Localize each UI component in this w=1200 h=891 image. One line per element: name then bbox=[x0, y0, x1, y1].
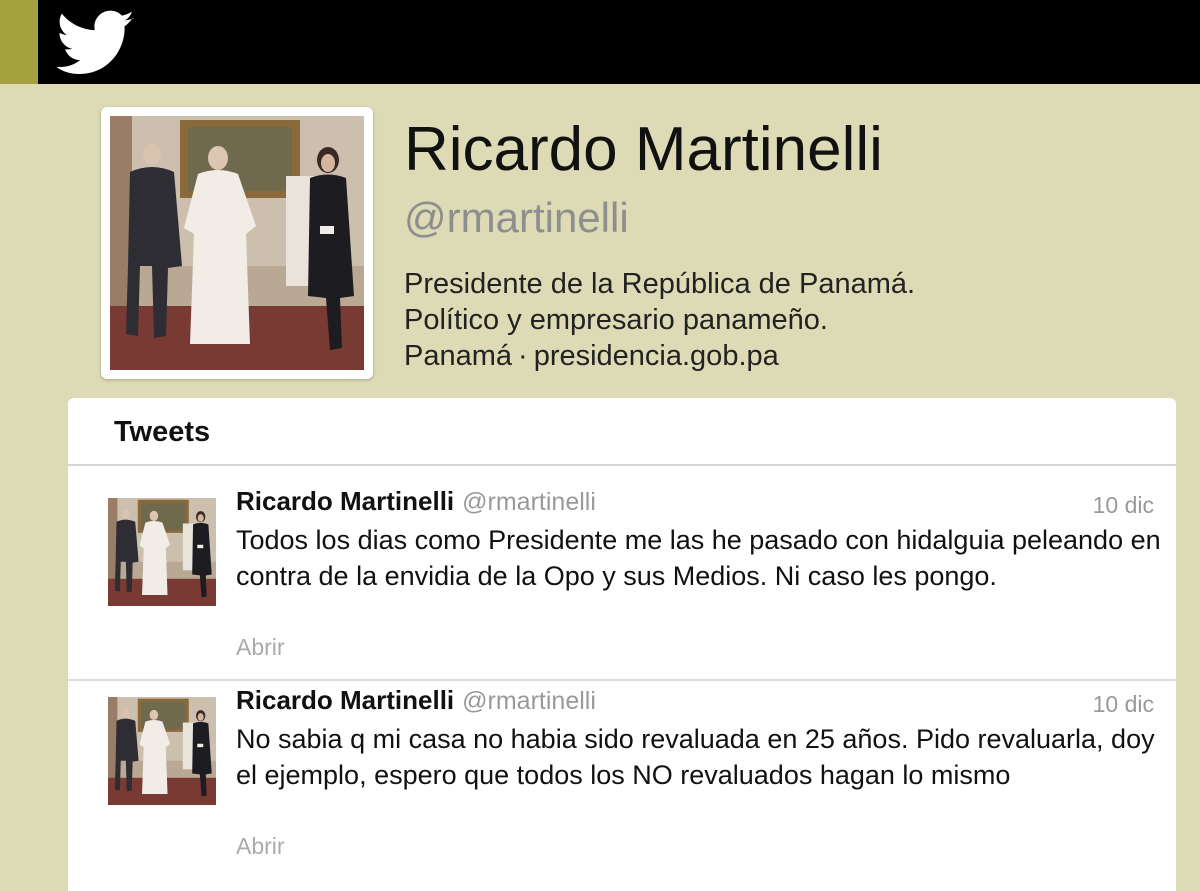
profile-location: Panamá bbox=[404, 340, 513, 372]
bio-line-1: Presidente de la República de Panamá. bbox=[404, 268, 916, 300]
profile-website-link[interactable]: presidencia.gob.pa bbox=[534, 340, 779, 372]
tweet-open-link[interactable]: Abrir bbox=[236, 833, 285, 860]
profile-name: Ricardo Martinelli bbox=[404, 115, 883, 184]
top-bar bbox=[0, 0, 1200, 84]
profile-photo bbox=[110, 116, 364, 370]
tweet-item[interactable]: Ricardo Martinelli @rmartinelli 10 dic To… bbox=[68, 484, 1176, 682]
bio-separator: · bbox=[518, 340, 528, 372]
tweet-open-link[interactable]: Abrir bbox=[236, 634, 285, 661]
tweet-author-handle[interactable]: @rmartinelli bbox=[462, 687, 596, 715]
profile-avatar[interactable] bbox=[101, 107, 373, 379]
tweet-avatar[interactable] bbox=[108, 697, 216, 805]
tweets-heading: Tweets bbox=[114, 416, 211, 448]
tweet-avatar[interactable] bbox=[108, 498, 216, 606]
tweet-text: No sabia q mi casa no habia sido revalua… bbox=[236, 724, 1155, 790]
tweet-author-line: Ricardo Martinelli @rmartinelli bbox=[236, 486, 596, 517]
tweet-item[interactable]: Ricardo Martinelli @rmartinelli 10 dic No… bbox=[68, 683, 1176, 881]
tweet-author-handle[interactable]: @rmartinelli bbox=[462, 488, 596, 516]
tweet-divider bbox=[68, 679, 1176, 681]
tweet-author-name[interactable]: Ricardo Martinelli bbox=[236, 685, 454, 715]
profile-handle: @rmartinelli bbox=[404, 194, 629, 241]
header-divider bbox=[68, 464, 1176, 466]
profile-bio: Presidente de la República de Panamá. Po… bbox=[404, 266, 915, 374]
top-bar-accent bbox=[0, 0, 38, 84]
tweet-author-line: Ricardo Martinelli @rmartinelli bbox=[236, 685, 596, 716]
tweet-date[interactable]: 10 dic bbox=[1093, 691, 1154, 718]
twitter-bird-icon[interactable] bbox=[56, 10, 136, 76]
tweet-text: Todos los dias como Presidente me las he… bbox=[236, 525, 1161, 591]
tweet-date[interactable]: 10 dic bbox=[1093, 492, 1154, 519]
bio-line-2: Político y empresario panameño. bbox=[404, 304, 828, 336]
bio-location-line: Panamá · presidencia.gob.pa bbox=[404, 338, 915, 374]
tweets-panel: Tweets Ricardo Martinelli @rmartinelli 10… bbox=[68, 398, 1176, 891]
tweet-author-name[interactable]: Ricardo Martinelli bbox=[236, 486, 454, 516]
